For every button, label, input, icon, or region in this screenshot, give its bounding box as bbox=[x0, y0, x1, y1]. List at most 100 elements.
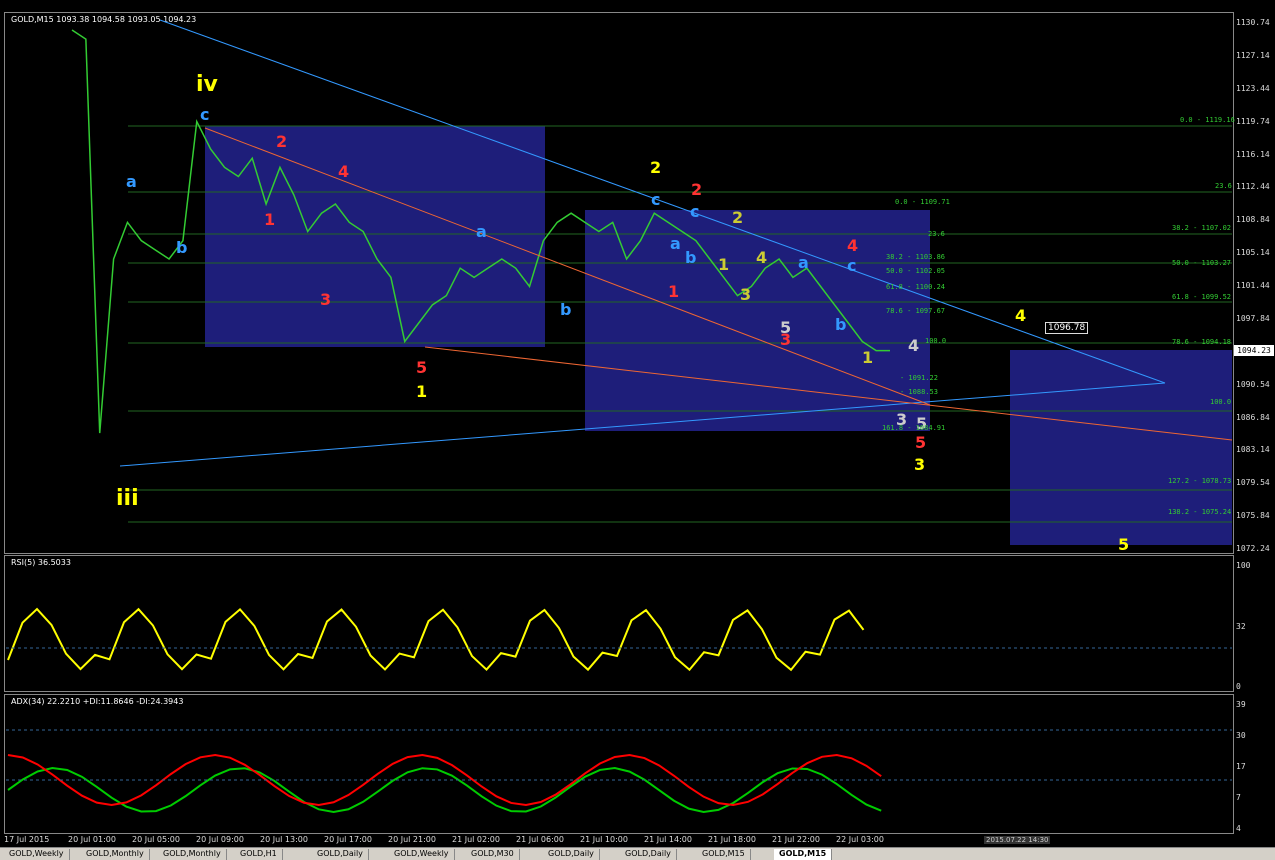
time-axis-label: 20 Jul 21:00 bbox=[388, 835, 436, 844]
wave-label: b bbox=[176, 238, 188, 257]
axis-tick-label: 30 bbox=[1236, 731, 1246, 740]
wave-label: 4 bbox=[1015, 306, 1027, 325]
time-axis-label: 21 Jul 18:00 bbox=[708, 835, 756, 844]
fib-level-label: 127.2 - 1078.73 bbox=[1168, 477, 1232, 485]
fib-level-label: 0.0 - 1119.16 bbox=[1180, 116, 1235, 124]
chart-tab[interactable]: GOLD,Daily bbox=[312, 849, 369, 860]
chart-tab[interactable]: GOLD,Daily bbox=[620, 849, 677, 860]
axis-tick-label: 1101.44 bbox=[1236, 281, 1270, 290]
fib-level-label: 100.0 bbox=[925, 337, 947, 345]
time-axis-label: 22 Jul 03:00 bbox=[836, 835, 884, 844]
chart-tab[interactable]: GOLD,M30 bbox=[466, 849, 520, 860]
axis-tick-label: 4 bbox=[1236, 824, 1241, 833]
wave-label: 1 bbox=[416, 382, 428, 401]
wave-label: c bbox=[847, 256, 857, 275]
axis-tick-label: 1105.14 bbox=[1236, 248, 1270, 258]
wave-label: 1 bbox=[668, 282, 680, 301]
axis-tick-label: 1112.44 bbox=[1236, 182, 1270, 192]
wave-label: iii bbox=[116, 486, 139, 511]
axis-tick-label: 1119.74 bbox=[1236, 116, 1270, 126]
wave-label: 1 bbox=[264, 210, 276, 229]
time-axis-label: 20 Jul 01:00 bbox=[68, 835, 116, 844]
axis-tick-label: 1123.44 bbox=[1236, 83, 1270, 93]
chart-tab[interactable]: GOLD,Monthly bbox=[158, 849, 227, 860]
wave-label: 2 bbox=[691, 180, 703, 199]
wave-zone-box bbox=[585, 210, 930, 431]
wave-label: 5 bbox=[416, 358, 428, 377]
axis-tick-label: 1075.84 bbox=[1236, 511, 1270, 521]
time-axis-label: 21 Jul 14:00 bbox=[644, 835, 692, 844]
wave-label: 4 bbox=[338, 162, 350, 181]
wave-label: b bbox=[685, 248, 697, 267]
wave-label: a bbox=[670, 234, 681, 253]
wave-label: 1 bbox=[718, 255, 730, 274]
axis-tick-label: 1086.84 bbox=[1236, 412, 1270, 422]
current-price-tag: 1094.23 bbox=[1234, 345, 1274, 356]
rsi-axis: 100 32 0 bbox=[1234, 555, 1275, 691]
time-axis: 17 Jul 2015 20 Jul 01:00 20 Jul 05:00 20 Ju… bbox=[0, 834, 1275, 846]
chart-tab[interactable]: GOLD,Weekly bbox=[389, 849, 455, 860]
fib-level-label: 23.6 bbox=[1215, 182, 1232, 190]
axis-tick-label: 1072.24 bbox=[1236, 544, 1270, 553]
fib-level-label: 50.0 - 1102.05 bbox=[886, 267, 946, 275]
axis-tick-label: 1108.84 bbox=[1236, 215, 1270, 225]
fib-level-label: 38.2 - 1103.86 bbox=[886, 253, 946, 261]
axis-tick-label: 17 bbox=[1236, 762, 1246, 771]
fib-level-label: 138.2 - 1075.24 bbox=[1168, 508, 1232, 516]
fib-level-label: - 1088.53 bbox=[900, 388, 938, 396]
wave-label: 4 bbox=[756, 248, 768, 267]
axis-tick-label: 1079.54 bbox=[1236, 478, 1270, 488]
crosshair-date-box: 2015.07.22 14:30 bbox=[984, 836, 1051, 844]
wave-label: 3 bbox=[780, 330, 792, 349]
main-price-axis[interactable]: 1130.74 1127.14 1123.44 1119.74 1116.14 1112.… bbox=[1234, 12, 1275, 553]
wave-label: 3 bbox=[740, 285, 752, 304]
time-axis-label: 20 Jul 09:00 bbox=[196, 835, 244, 844]
wave-label: a bbox=[126, 172, 137, 191]
axis-tick-label: 1127.14 bbox=[1236, 50, 1270, 60]
chart-tabs-bar[interactable]: GOLD,Weekly GOLD,Monthly GOLD,Monthly GOLD,… bbox=[0, 847, 1275, 860]
fib-level-label: 78.6 - 1094.18 bbox=[1172, 338, 1232, 346]
axis-tick-label: 1130.74 bbox=[1236, 18, 1270, 27]
fib-level-label: 0.0 - 1109.71 bbox=[895, 198, 950, 206]
price-level-box: 1096.78 bbox=[1045, 322, 1089, 334]
fib-level-label: 38.2 - 1107.02 bbox=[1172, 224, 1232, 232]
wave-label: c bbox=[651, 190, 661, 209]
time-axis-label: 21 Jul 10:00 bbox=[580, 835, 628, 844]
wave-label: 2 bbox=[732, 208, 744, 227]
adx-axis: 39 30 17 7 4 bbox=[1234, 694, 1275, 833]
chart-tab[interactable]: GOLD,Monthly bbox=[81, 849, 150, 860]
wave-label: 3 bbox=[914, 455, 926, 474]
axis-tick-label: 100 bbox=[1236, 561, 1251, 570]
time-axis-label: 17 Jul 2015 bbox=[4, 835, 50, 844]
chart-tab[interactable]: GOLD,H1 bbox=[235, 849, 283, 860]
time-axis-label: 20 Jul 17:00 bbox=[324, 835, 372, 844]
wave-label: c bbox=[690, 202, 700, 221]
axis-tick-label: 0 bbox=[1236, 682, 1241, 691]
axis-tick-label: 7 bbox=[1236, 793, 1241, 802]
axis-tick-label: 1090.54 bbox=[1236, 379, 1270, 389]
wave-label: a bbox=[476, 222, 487, 241]
time-axis-label: 20 Jul 05:00 bbox=[132, 835, 180, 844]
axis-tick-label: 39 bbox=[1236, 700, 1246, 709]
axis-tick-label: 1116.14 bbox=[1236, 149, 1270, 159]
fib-level-label: 78.6 - 1097.67 bbox=[886, 307, 946, 315]
wave-label: 3 bbox=[320, 290, 332, 309]
time-axis-label: 21 Jul 22:00 bbox=[772, 835, 820, 844]
chart-tab[interactable]: GOLD,M15 bbox=[774, 849, 833, 860]
fib-level-label: 23.6 bbox=[928, 230, 945, 238]
wave-label: c bbox=[200, 105, 210, 124]
wave-label: iv bbox=[196, 72, 218, 97]
wave-label: 2 bbox=[650, 158, 662, 177]
axis-tick-label: 1083.14 bbox=[1236, 445, 1270, 455]
time-axis-label: 21 Jul 06:00 bbox=[516, 835, 564, 844]
chart-tab[interactable]: GOLD,Daily bbox=[543, 849, 600, 860]
wave-label: 5 bbox=[1118, 535, 1130, 554]
wave-zone-box bbox=[205, 126, 545, 347]
fib-level-label: 61.8 - 1099.52 bbox=[1172, 293, 1232, 301]
time-axis-label: 21 Jul 02:00 bbox=[452, 835, 500, 844]
chart-tab[interactable]: GOLD,M15 bbox=[697, 849, 751, 860]
wave-label: a bbox=[798, 253, 809, 272]
chart-tab[interactable]: GOLD,Weekly bbox=[4, 849, 70, 860]
time-axis-label: 20 Jul 13:00 bbox=[260, 835, 308, 844]
fib-level-label: 50.0 - 1103.27 bbox=[1172, 259, 1232, 267]
